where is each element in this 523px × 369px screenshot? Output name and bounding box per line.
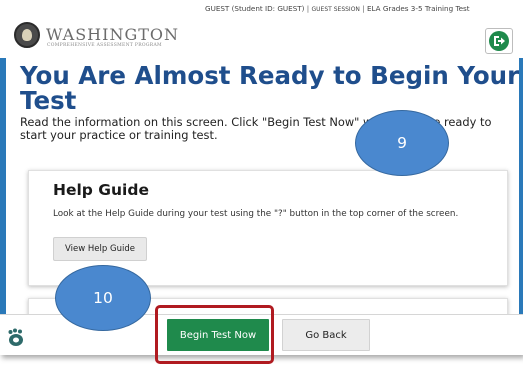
logo-subtitle: COMPREHENSIVE ASSESSMENT PROGRAM [47, 43, 162, 48]
separator: | [306, 4, 310, 13]
bear-paw-icon[interactable] [7, 328, 25, 346]
begin-button-highlight [155, 305, 274, 364]
callout-10: 10 [55, 265, 151, 331]
callout-9: 9 [355, 110, 449, 176]
view-help-guide-button[interactable]: View Help Guide [53, 237, 147, 261]
exit-button[interactable] [485, 28, 513, 54]
test-name-label: ELA Grades 3-5 Training Test [366, 4, 470, 13]
page-title: You Are Almost Ready to Begin Your Test [20, 61, 519, 115]
state-seal-icon [14, 22, 40, 48]
help-guide-title: Help Guide [53, 181, 149, 199]
session-label: GUEST SESSION [311, 6, 360, 13]
logo-title: WASHINGTON [46, 25, 180, 44]
go-back-button[interactable]: Go Back [282, 319, 370, 351]
separator: | [362, 4, 365, 13]
header: WASHINGTON COMPREHENSIVE ASSESSMENT PROG… [0, 0, 523, 58]
user-label: GUEST (Student ID: GUEST) [205, 4, 305, 13]
help-guide-text: Look at the Help Guide during your test … [53, 209, 459, 219]
exit-icon [489, 31, 509, 51]
session-info: GUEST (Student ID: GUEST) | GUEST SESSIO… [205, 4, 523, 13]
